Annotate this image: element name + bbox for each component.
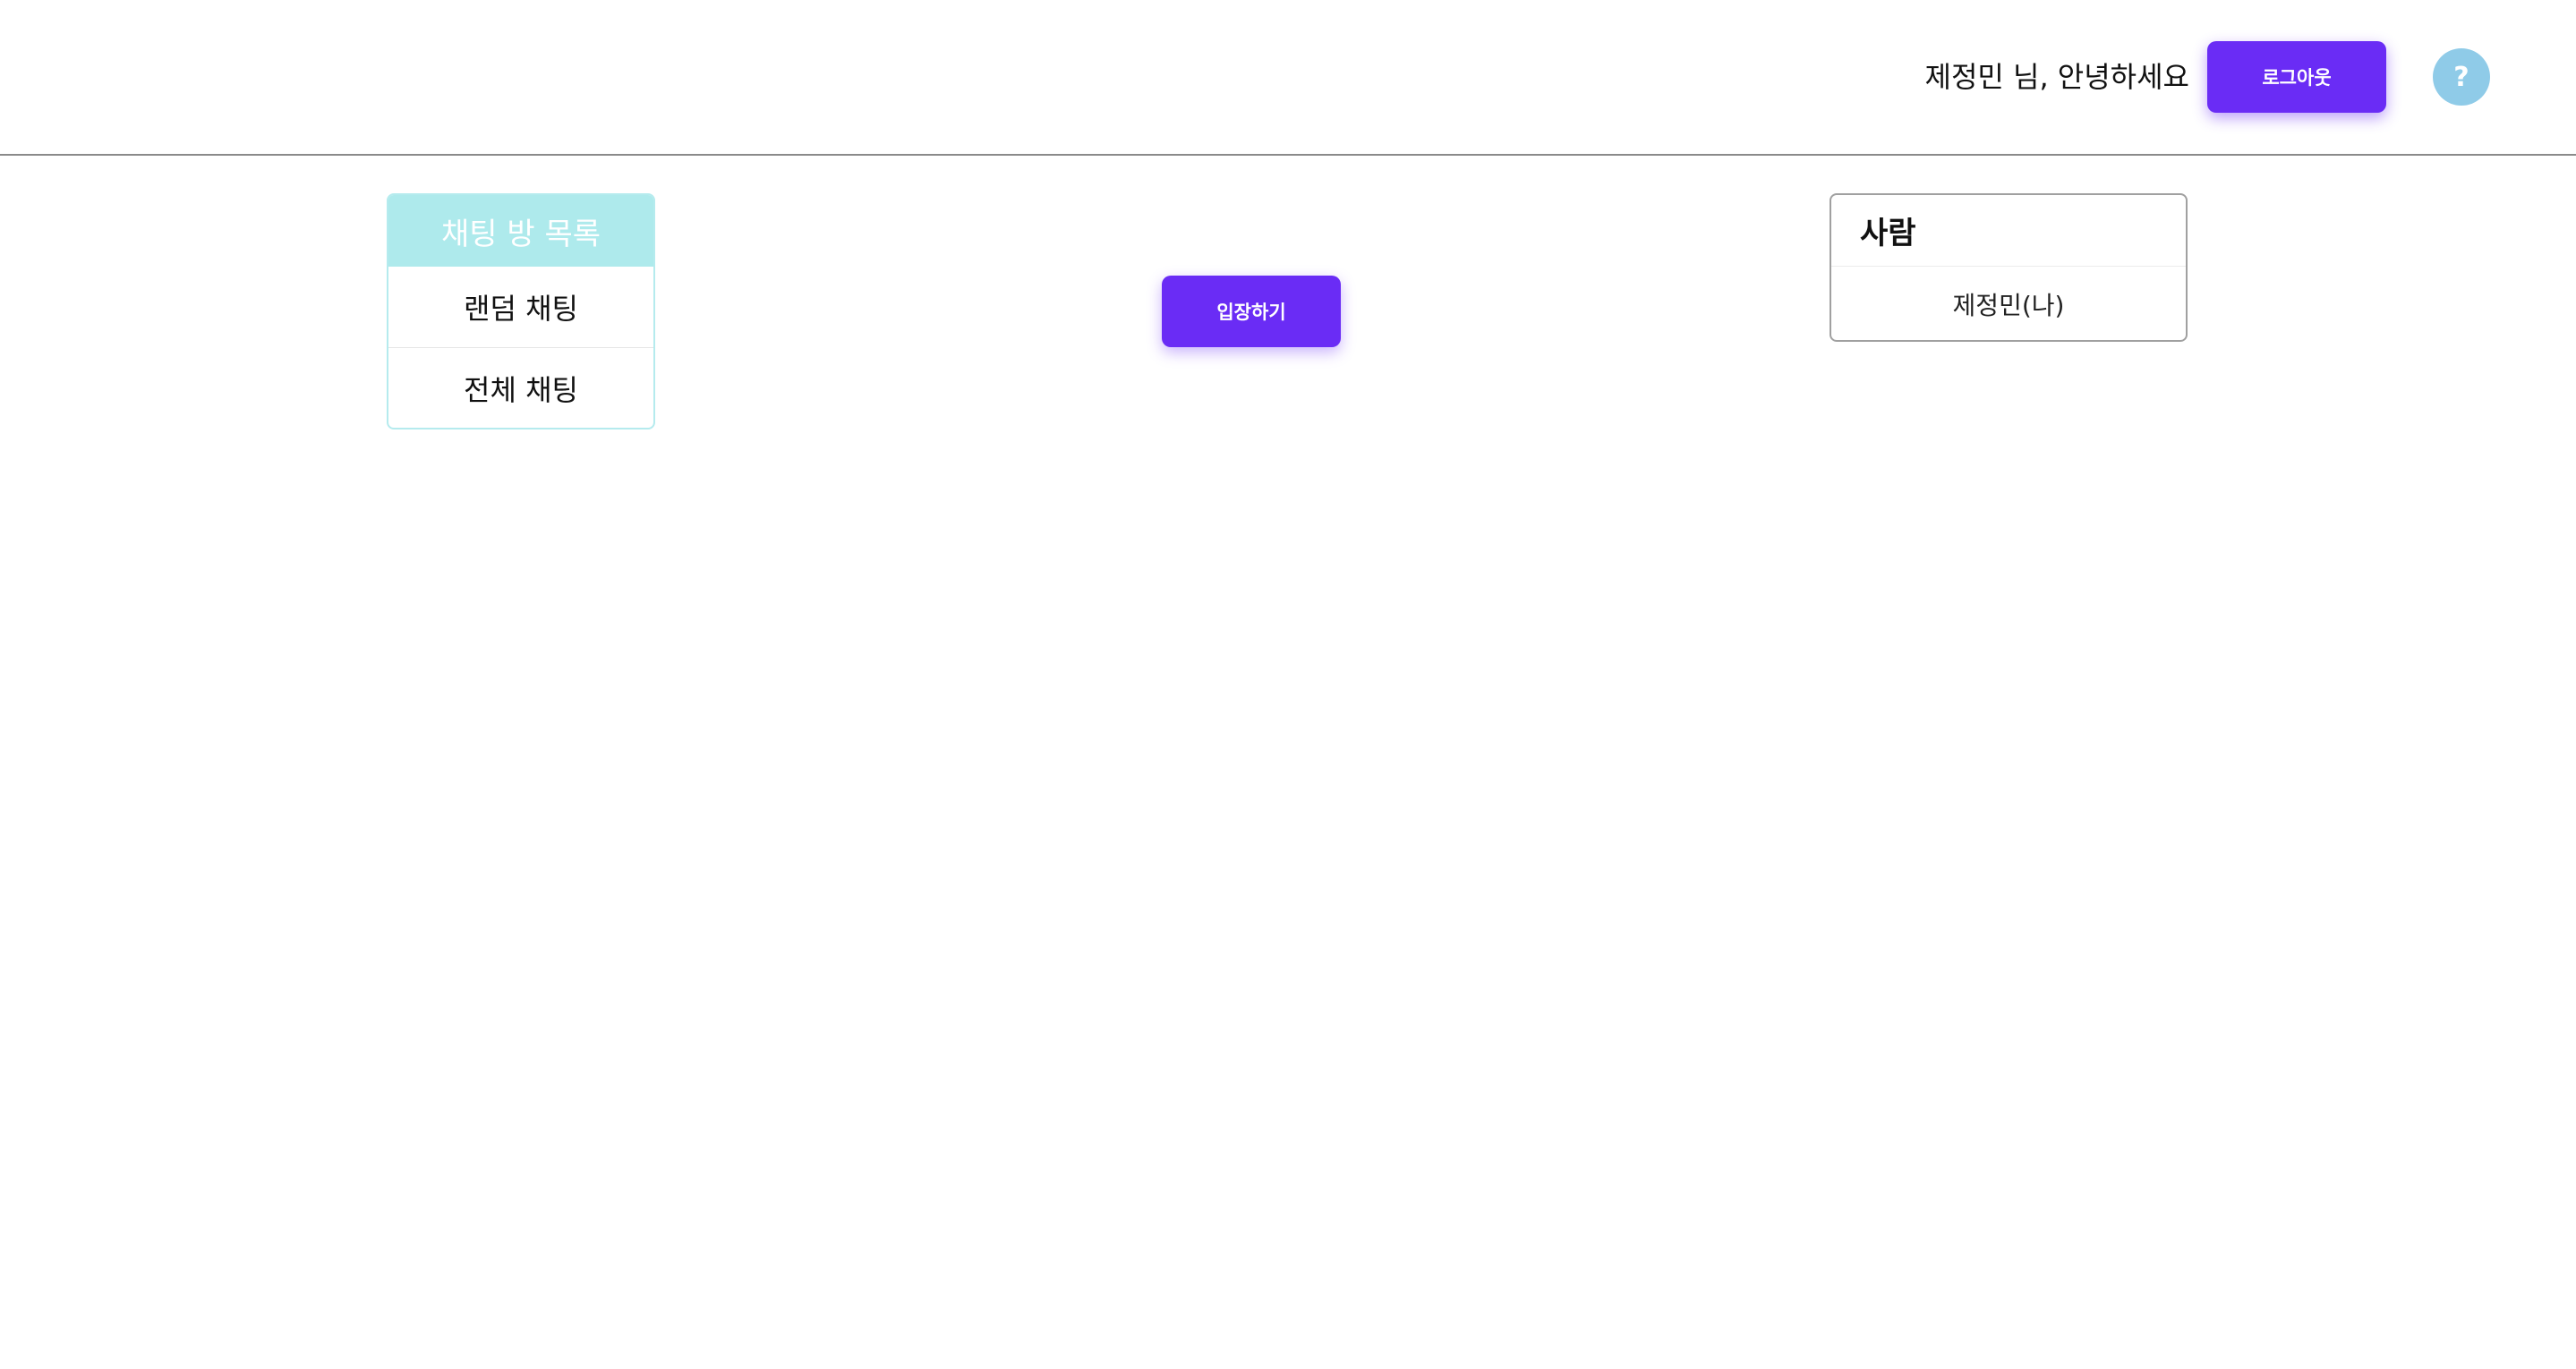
greeting-text: 제정민 님, 안녕하세요	[1924, 60, 2189, 94]
help-button[interactable]: ?	[2433, 48, 2490, 106]
question-mark-icon: ?	[2453, 61, 2469, 93]
room-item-all-chat[interactable]: 전체 채팅	[388, 347, 653, 428]
enter-button[interactable]: 입장하기	[1162, 276, 1341, 347]
people-panel: 사람 제정민(나)	[1830, 193, 2188, 342]
chat-room-list: 채팅 방 목록 랜덤 채팅 전체 채팅	[387, 193, 655, 429]
people-list-item: 제정민(나)	[1952, 291, 2065, 320]
people-panel-title: 사람	[1831, 195, 2186, 267]
logout-button[interactable]: 로그아웃	[2207, 41, 2386, 113]
top-header: 제정민 님, 안녕하세요 로그아웃 ?	[0, 0, 2576, 156]
chat-room-list-title: 채팅 방 목록	[388, 195, 653, 267]
room-item-random-chat[interactable]: 랜덤 채팅	[388, 267, 653, 347]
